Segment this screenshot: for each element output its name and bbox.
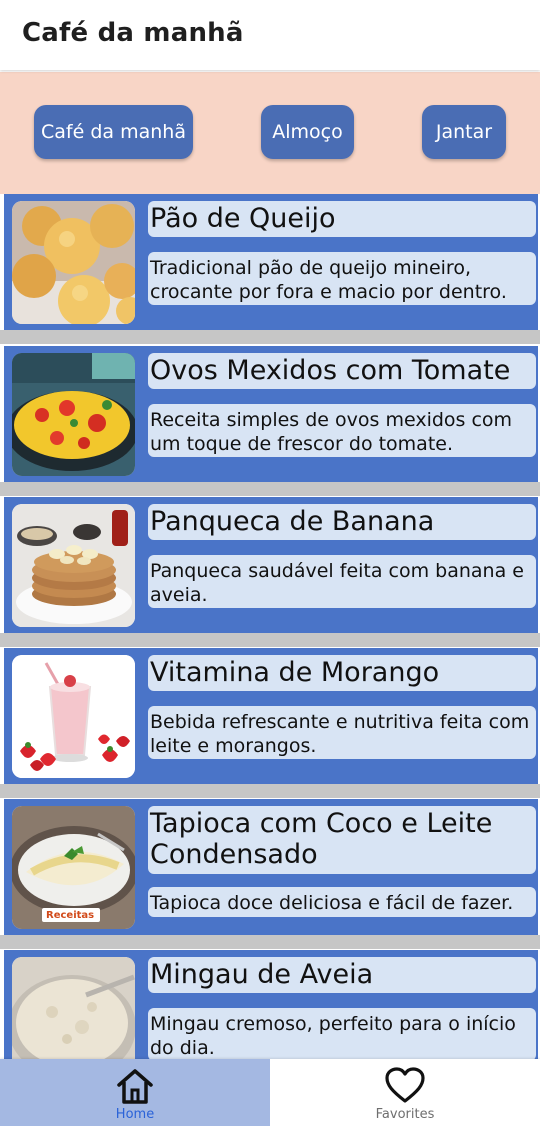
recipe-description: Receita simples de ovos mexidos com um t…: [148, 404, 536, 457]
recipe-card-tapioca[interactable]: Receitas Tapioca com Coco e Leite Conden…: [4, 799, 538, 935]
nav-home-label: Home: [115, 1107, 155, 1122]
recipe-title: Mingau de Aveia: [148, 957, 536, 993]
recipe-title: Ovos Mexidos com Tomate: [148, 353, 536, 389]
recipe-description: Mingau cremoso, perfeito para o início d…: [148, 1008, 536, 1059]
scrambled-eggs-image: [12, 353, 135, 476]
card-divider: [0, 330, 540, 344]
category-button-almoco[interactable]: Almoço: [261, 105, 354, 159]
recipe-title: Vitamina de Morango: [148, 655, 536, 691]
recipe-title: Tapioca com Coco e Leite Condensado: [148, 806, 536, 874]
bottom-navigation: Home Favorites: [0, 1059, 540, 1126]
recipe-card-mingau-de-aveia[interactable]: Mingau de Aveia Mingau cremoso, perfeito…: [4, 950, 538, 1059]
heart-icon: [385, 1067, 425, 1103]
home-icon: [117, 1069, 153, 1104]
recipe-description: Bebida refrescante e nutritiva feita com…: [148, 706, 536, 759]
category-bar: Café da manhã Almoço Jantar: [0, 72, 540, 194]
banana-pancake-image: [12, 504, 135, 627]
recipe-list[interactable]: Pão de Queijo Tradicional pão de queijo …: [0, 194, 540, 1059]
nav-favorites[interactable]: Favorites: [270, 1059, 540, 1126]
recipe-card-vitamina-de-morango[interactable]: Vitamina de Morango Bebida refrescante e…: [4, 648, 538, 784]
card-divider: [0, 784, 540, 798]
recipe-description: Tapioca doce deliciosa e fácil de fazer.: [148, 887, 536, 917]
category-button-cafe-da-manha[interactable]: Café da manhã: [34, 105, 193, 159]
recipe-card-pao-de-queijo[interactable]: Pão de Queijo Tradicional pão de queijo …: [4, 194, 538, 330]
recipe-title: Panqueca de Banana: [148, 504, 536, 540]
tapioca-image: Receitas: [12, 806, 135, 929]
category-button-jantar[interactable]: Jantar: [422, 105, 506, 159]
oatmeal-porridge-image: [12, 957, 135, 1059]
strawberry-smoothie-image: [12, 655, 135, 778]
card-divider: [0, 482, 540, 496]
nav-home[interactable]: Home: [0, 1059, 270, 1126]
tapioca-watermark: Receitas: [46, 910, 95, 921]
page-title: Café da manhã: [22, 18, 244, 48]
cheese-bread-image: [12, 201, 135, 324]
app-bar: Café da manhã: [0, 0, 540, 70]
recipe-description: Panqueca saudável feita com banana e ave…: [148, 555, 536, 608]
recipe-card-panqueca-de-banana[interactable]: Panqueca de Banana Panqueca saudável fei…: [4, 497, 538, 633]
recipe-description: Tradicional pão de queijo mineiro, croca…: [148, 252, 536, 305]
nav-favorites-label: Favorites: [375, 1107, 435, 1122]
recipe-card-ovos-mexidos[interactable]: Ovos Mexidos com Tomate Receita simples …: [4, 346, 538, 482]
card-divider: [0, 935, 540, 949]
card-divider: [0, 633, 540, 647]
recipe-title: Pão de Queijo: [148, 201, 536, 237]
